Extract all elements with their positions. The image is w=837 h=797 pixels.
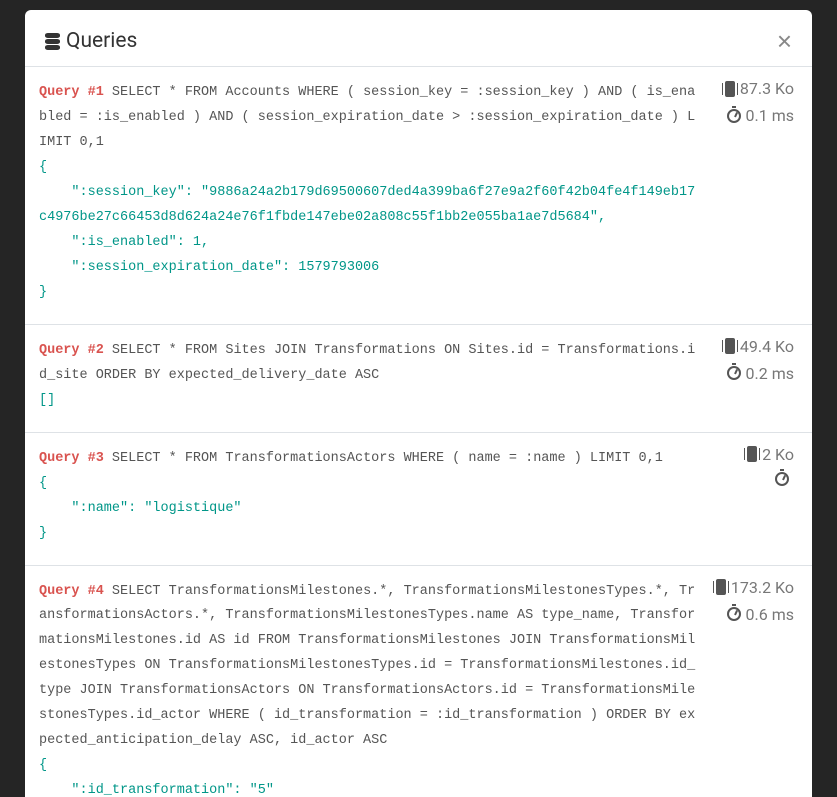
query-metrics: 2 Ko xyxy=(747,445,794,486)
query-params: { ":session_key": "9886a24a2b179d6950060… xyxy=(39,160,695,300)
memory-value: 173.2 Ko xyxy=(731,578,794,597)
memory-metric: 87.3 Ko xyxy=(725,79,794,98)
query-sql: SELECT * FROM Sites JOIN Transformations… xyxy=(39,343,695,383)
query-label: Query #2 xyxy=(39,343,104,358)
memory-value: 2 Ko xyxy=(762,445,794,464)
modal-header: Queries × xyxy=(25,10,812,67)
memory-metric: 49.4 Ko xyxy=(725,337,794,356)
modal-title-text: Queries xyxy=(66,29,137,53)
time-metric: 0.1 ms xyxy=(727,106,794,125)
memory-value: 87.3 Ko xyxy=(740,79,794,98)
query-params: [] xyxy=(39,393,55,408)
time-metric: 0.2 ms xyxy=(727,364,794,383)
modal-body: 87.3 Ko 0.1 ms Query #1 SELECT * FROM Ac… xyxy=(25,67,812,797)
close-button[interactable]: × xyxy=(777,28,792,54)
query-metrics: 49.4 Ko 0.2 ms xyxy=(725,337,794,383)
time-value: 0.1 ms xyxy=(746,106,794,125)
close-icon: × xyxy=(777,26,792,56)
stopwatch-icon xyxy=(727,109,741,123)
query-block: 49.4 Ko 0.2 ms Query #2 SELECT * FROM Si… xyxy=(25,325,812,433)
query-block: 2 Ko Query #3 SELECT * FROM Transformati… xyxy=(25,433,812,566)
query-sql: SELECT * FROM TransformationsActors WHER… xyxy=(112,451,663,466)
stopwatch-icon xyxy=(775,472,789,486)
query-block: 87.3 Ko 0.1 ms Query #1 SELECT * FROM Ac… xyxy=(25,67,812,325)
query-label: Query #4 xyxy=(39,584,104,599)
time-metric: 0.6 ms xyxy=(727,605,794,624)
query-sql: SELECT * FROM Accounts WHERE ( session_k… xyxy=(39,85,695,150)
memory-metric: 173.2 Ko xyxy=(716,578,794,597)
memory-icon xyxy=(716,579,726,595)
time-value: 0.6 ms xyxy=(746,605,794,624)
time-metric xyxy=(775,472,794,486)
stopwatch-icon xyxy=(727,366,741,380)
query-metrics: 87.3 Ko 0.1 ms xyxy=(725,79,794,125)
query-content: Query #1 SELECT * FROM Accounts WHERE ( … xyxy=(39,81,792,306)
query-params: { ":id_transformation": "5" xyxy=(39,758,274,797)
stopwatch-icon xyxy=(727,607,741,621)
query-content: Query #4 SELECT TransformationsMilestone… xyxy=(39,580,792,797)
modal-title: Queries xyxy=(45,29,137,53)
queries-modal: Queries × 87.3 Ko 0.1 ms Query #1 SELECT… xyxy=(25,10,812,797)
time-value: 0.2 ms xyxy=(746,364,794,383)
query-block: 173.2 Ko 0.6 ms Query #4 SELECT Transfor… xyxy=(25,566,812,797)
memory-value: 49.4 Ko xyxy=(740,337,794,356)
query-sql: SELECT TransformationsMilestones.*, Tran… xyxy=(39,584,695,749)
database-icon xyxy=(45,33,60,50)
query-content: Query #2 SELECT * FROM Sites JOIN Transf… xyxy=(39,339,792,414)
query-content: Query #3 SELECT * FROM TransformationsAc… xyxy=(39,447,792,547)
memory-icon xyxy=(747,446,757,462)
memory-metric: 2 Ko xyxy=(747,445,794,464)
query-label: Query #3 xyxy=(39,451,104,466)
memory-icon xyxy=(725,81,735,97)
query-metrics: 173.2 Ko 0.6 ms xyxy=(716,578,794,624)
query-label: Query #1 xyxy=(39,85,104,100)
query-params: { ":name": "logistique" } xyxy=(39,476,242,541)
memory-icon xyxy=(725,338,735,354)
